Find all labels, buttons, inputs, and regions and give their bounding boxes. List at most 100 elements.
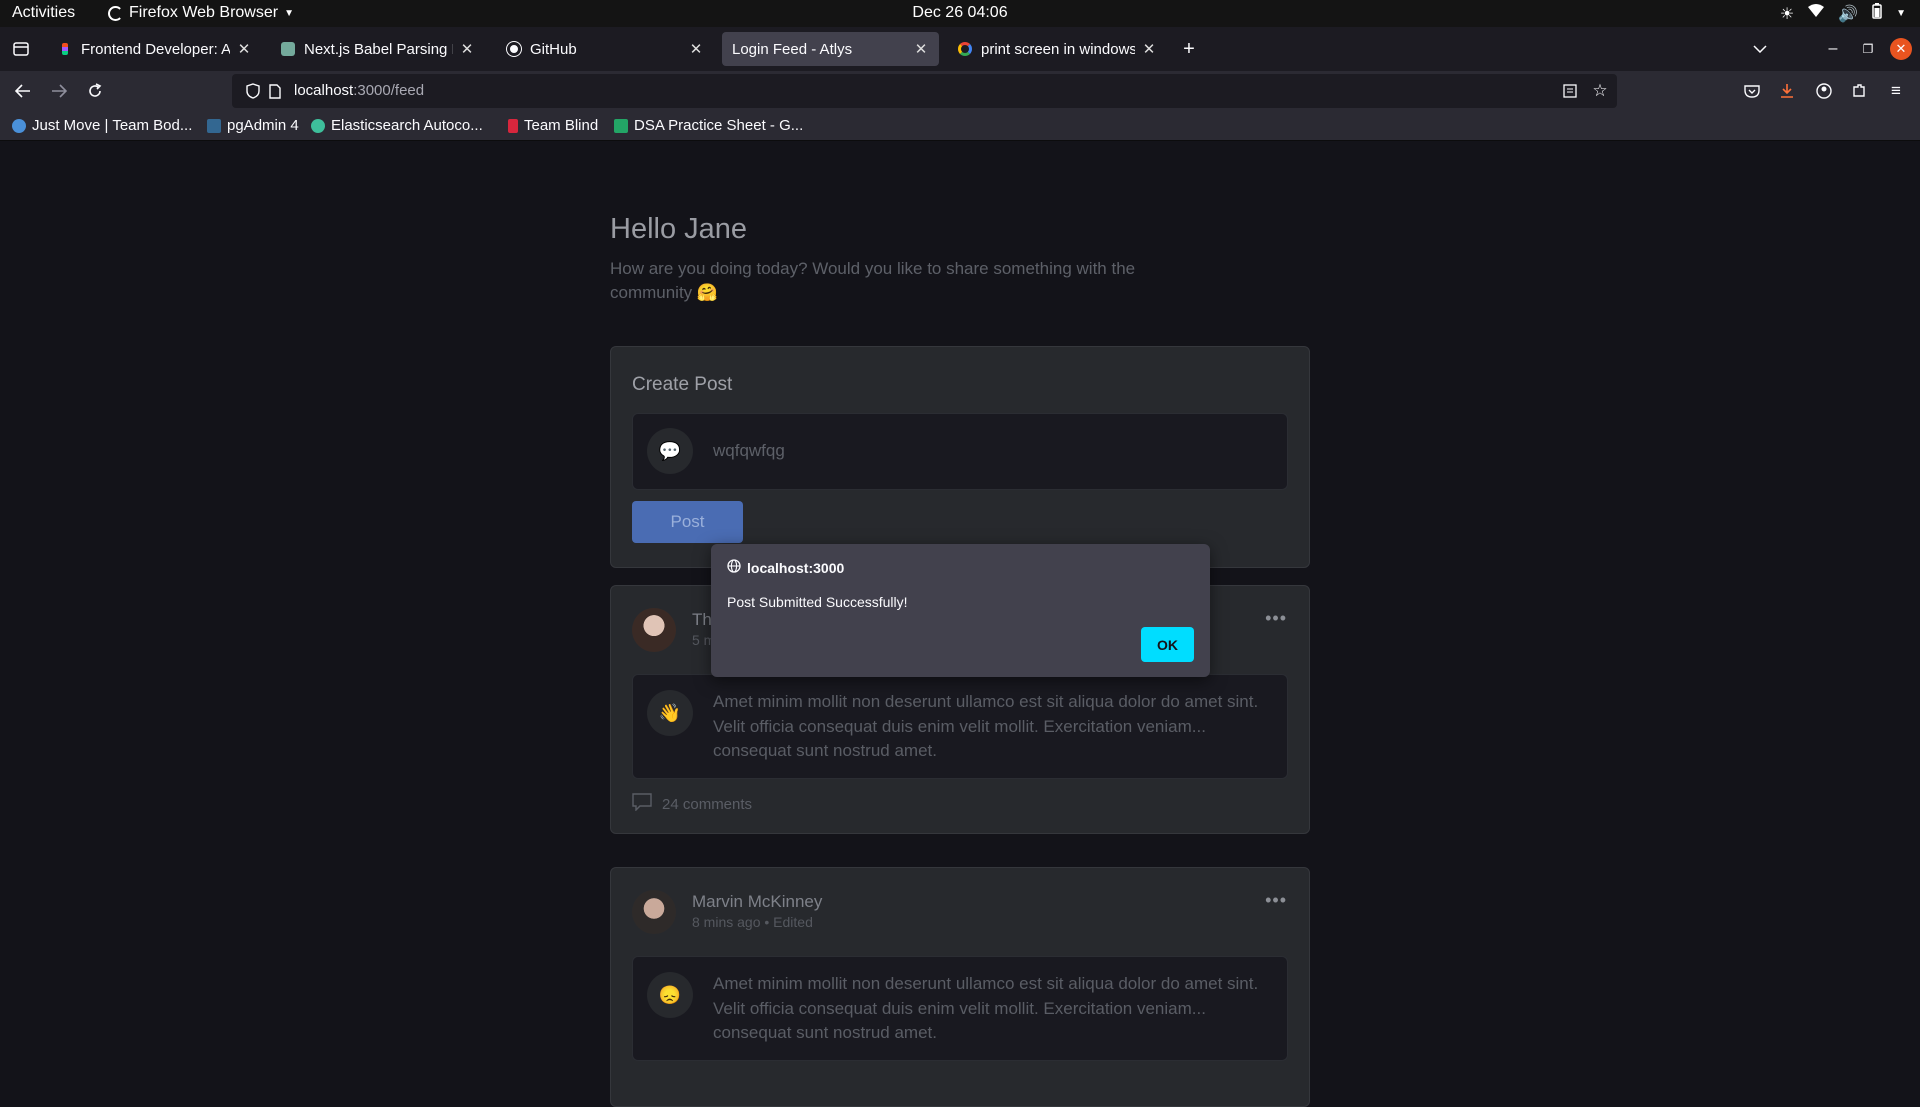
extensions-icon[interactable] bbox=[1846, 78, 1872, 104]
google-icon bbox=[957, 41, 973, 57]
close-icon[interactable]: ✕ bbox=[459, 40, 475, 58]
hamburger-menu-icon[interactable]: ≡ bbox=[1883, 78, 1909, 104]
more-options-icon[interactable]: ••• bbox=[1265, 890, 1287, 911]
back-arrow-icon[interactable] bbox=[10, 78, 36, 104]
tab-label: Frontend Developer: Atlys bbox=[81, 40, 230, 58]
create-post-title: Create Post bbox=[632, 374, 733, 395]
bookmark-pgadmin[interactable]: pgAdmin 4 bbox=[207, 117, 299, 134]
bookmark-star-icon[interactable]: ☆ bbox=[1587, 78, 1613, 104]
sad-face-icon: 😞 bbox=[647, 972, 693, 1018]
post-author[interactable]: Marvin McKinney bbox=[692, 892, 822, 912]
comments-count: 24 comments bbox=[662, 795, 753, 813]
close-icon[interactable]: ✕ bbox=[236, 40, 252, 58]
clock[interactable]: Dec 26 04:06 bbox=[912, 4, 1007, 21]
tab-label: print screen in windows bbox=[981, 40, 1135, 58]
post-meta: 8 mins ago • Edited bbox=[692, 914, 813, 930]
system-tray[interactable]: ☀ 🔊 ▼ bbox=[1780, 3, 1906, 24]
reader-view-icon[interactable] bbox=[1557, 78, 1583, 104]
tab-nextjs-babel[interactable]: Next.js Babel Parsing Error ✕ bbox=[270, 32, 485, 66]
app-menu[interactable]: Firefox Web Browser ▼ bbox=[108, 4, 294, 22]
bookmarks-toolbar: Just Move | Team Bod... pgAdmin 4 Elasti… bbox=[0, 111, 1920, 141]
tab-login-feed[interactable]: Login Feed - Atlys ✕ bbox=[722, 32, 939, 66]
bookmark-label: Just Move | Team Bod... bbox=[32, 117, 193, 134]
speech-bubble-icon[interactable]: 💬 bbox=[647, 428, 693, 474]
comments-link[interactable]: 24 comments bbox=[632, 793, 752, 815]
post-input[interactable]: wqfqwfqg bbox=[713, 441, 785, 461]
post-text: Amet minim mollit non deserunt ullamco e… bbox=[713, 974, 1259, 1042]
bookmark-dsa-sheet[interactable]: DSA Practice Sheet - G... bbox=[614, 117, 803, 134]
tab-frontend-developer[interactable]: Frontend Developer: Atlys ✕ bbox=[47, 32, 262, 66]
bookmark-favicon-icon bbox=[508, 118, 518, 133]
post-button[interactable]: Post bbox=[632, 501, 743, 543]
alert-dialog: localhost:3000 Post Submitted Successful… bbox=[711, 544, 1210, 677]
account-icon[interactable] bbox=[1811, 78, 1837, 104]
volume-icon: 🔊 bbox=[1838, 5, 1859, 23]
restore-icon[interactable]: ❐ bbox=[1855, 36, 1881, 62]
tab-bar: Frontend Developer: Atlys ✕ Next.js Babe… bbox=[0, 27, 1920, 71]
tab-label: Next.js Babel Parsing Error bbox=[304, 40, 453, 58]
bookmark-favicon-icon bbox=[614, 118, 628, 133]
url-host: localhost bbox=[294, 82, 354, 99]
github-icon bbox=[506, 41, 522, 57]
url-path: :3000/feed bbox=[353, 82, 425, 99]
reload-icon[interactable] bbox=[82, 78, 108, 104]
app-menu-label: Firefox Web Browser bbox=[129, 4, 279, 21]
page-info-icon[interactable] bbox=[262, 78, 288, 104]
bookmark-label: Elasticsearch Autoco... bbox=[331, 117, 483, 134]
waving-hand-icon: 👋 bbox=[647, 690, 693, 736]
avatar[interactable] bbox=[632, 890, 676, 934]
dialog-message: Post Submitted Successfully! bbox=[727, 594, 908, 610]
avatar[interactable] bbox=[632, 608, 676, 652]
tray-chevron-down-icon: ▼ bbox=[1896, 8, 1906, 19]
bookmark-team-blind[interactable]: Team Blind bbox=[508, 117, 598, 134]
bookmark-label: Team Blind bbox=[524, 117, 599, 134]
globe-icon bbox=[727, 559, 741, 576]
bookmark-just-move[interactable]: Just Move | Team Bod... bbox=[12, 117, 192, 134]
chevron-down-icon: ▼ bbox=[284, 7, 294, 19]
dialog-origin: localhost:3000 bbox=[747, 559, 845, 576]
more-options-icon[interactable]: ••• bbox=[1265, 608, 1287, 629]
downloads-icon[interactable] bbox=[1774, 78, 1800, 104]
post-author[interactable]: Th bbox=[692, 610, 712, 630]
figma-icon bbox=[57, 41, 73, 57]
firefox-icon bbox=[108, 5, 123, 21]
comment-icon bbox=[632, 793, 652, 815]
bookmark-label: DSA Practice Sheet - G... bbox=[634, 117, 804, 134]
forward-arrow-icon[interactable] bbox=[46, 78, 72, 104]
close-icon[interactable]: ✕ bbox=[913, 40, 929, 58]
bookmark-label: pgAdmin 4 bbox=[227, 117, 299, 134]
bookmark-favicon-icon bbox=[207, 118, 221, 133]
minimize-icon[interactable]: – bbox=[1820, 36, 1846, 62]
post-text: Amet minim mollit non deserunt ullamco e… bbox=[713, 692, 1259, 760]
activities-button[interactable]: Activities bbox=[12, 4, 75, 22]
ok-button[interactable]: OK bbox=[1141, 627, 1194, 662]
close-icon[interactable]: ✕ bbox=[1141, 40, 1157, 58]
greeting-subtitle: How are you doing today? Would you like … bbox=[610, 259, 1136, 302]
dialog-header: localhost:3000 bbox=[727, 559, 844, 576]
tab-label: Login Feed - Atlys bbox=[732, 40, 853, 58]
post-input-box[interactable]: 💬 wqfqwfqg bbox=[632, 413, 1288, 490]
list-all-tabs-chevron-icon[interactable] bbox=[1747, 36, 1773, 62]
bookmark-elasticsearch[interactable]: Elasticsearch Autoco... bbox=[311, 117, 483, 134]
close-icon[interactable]: ✕ bbox=[688, 40, 704, 58]
tab-label: GitHub bbox=[530, 40, 577, 58]
firefox-view-icon[interactable] bbox=[8, 36, 34, 62]
window-close-icon[interactable]: ✕ bbox=[1890, 38, 1912, 60]
pocket-icon[interactable] bbox=[1739, 78, 1765, 104]
wifi-icon bbox=[1808, 4, 1825, 23]
brightness-icon: ☀ bbox=[1779, 5, 1795, 23]
url-bar[interactable]: localhost:3000/feed ☆ bbox=[232, 74, 1617, 108]
greeting-heading: Hello Jane bbox=[610, 213, 748, 245]
tab-github[interactable]: GitHub ✕ bbox=[496, 32, 714, 66]
system-top-bar: Activities Firefox Web Browser ▼ Dec 26 … bbox=[0, 0, 1920, 27]
battery-icon bbox=[1872, 3, 1882, 24]
post-card: Marvin McKinney 8 mins ago • Edited ••• … bbox=[610, 867, 1310, 1107]
create-post-card: Create Post 💬 wqfqwfqg Post bbox=[610, 346, 1310, 568]
post-body: 😞 Amet minim mollit non deserunt ullamco… bbox=[632, 956, 1288, 1061]
tab-print-screen[interactable]: print screen in windows ✕ bbox=[947, 32, 1167, 66]
bookmark-favicon-icon bbox=[311, 118, 325, 133]
new-tab-plus-icon[interactable]: + bbox=[1176, 36, 1202, 62]
chatgpt-icon bbox=[280, 41, 296, 57]
url-text[interactable]: localhost:3000/feed bbox=[294, 82, 424, 99]
bookmark-favicon-icon bbox=[12, 118, 26, 133]
